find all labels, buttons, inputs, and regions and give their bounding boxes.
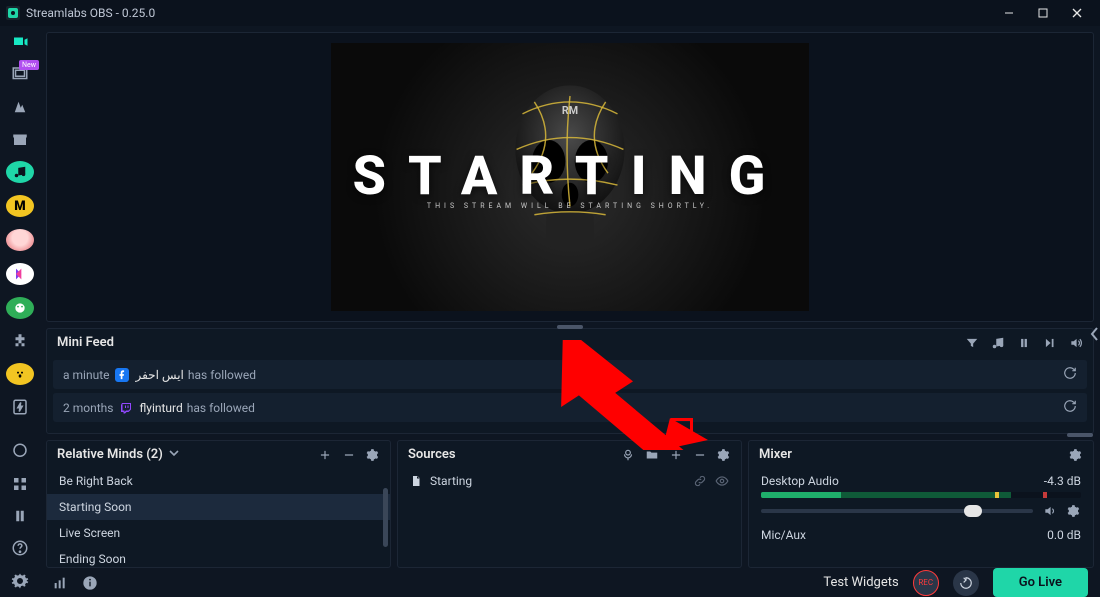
sidebar-appstore-icon[interactable]: [7, 129, 33, 149]
sidebar-avatar-5[interactable]: [6, 297, 34, 319]
mixer-channel-settings-icon[interactable]: [1067, 504, 1081, 518]
test-widgets-button[interactable]: Test Widgets: [823, 575, 898, 590]
sidebar-avatar-2[interactable]: M: [6, 195, 34, 217]
footer-bar: Test Widgets REC Go Live: [40, 568, 1100, 597]
minifeed-skip-icon[interactable]: [1043, 336, 1057, 350]
minifeed-repeat-icon[interactable]: [1063, 399, 1077, 416]
sidebar-puzzle-icon[interactable]: [7, 331, 33, 351]
scenes-settings-icon[interactable]: [366, 448, 380, 462]
minifeed-volume-icon[interactable]: [1069, 336, 1083, 350]
replay-buffer-button[interactable]: [953, 570, 979, 596]
app-icon: [6, 6, 20, 20]
main-content: RM STARTING THIS STREAM WILL BE STARTING…: [40, 26, 1100, 591]
source-file-icon: [410, 475, 422, 487]
source-visibility-icon[interactable]: [715, 474, 729, 488]
mixer-meter: [761, 492, 1081, 498]
scenes-add-icon[interactable]: [318, 448, 332, 462]
sources-settings-icon[interactable]: [717, 448, 731, 462]
scene-item[interactable]: Starting Soon: [47, 494, 390, 520]
facebook-icon: [115, 368, 129, 382]
sources-title: Sources: [408, 447, 456, 462]
scenes-panel: Relative Minds (2) Be Right BackStarting…: [46, 440, 391, 568]
record-button[interactable]: REC: [913, 570, 939, 596]
sidebar-chat-icon[interactable]: [7, 441, 33, 461]
scenes-remove-icon[interactable]: [342, 448, 356, 462]
source-link-icon[interactable]: [693, 474, 707, 488]
scene-item[interactable]: Be Right Back: [47, 468, 390, 494]
mixer-channel-name: Mic/Aux: [761, 528, 1047, 542]
mixer-settings-icon[interactable]: [1069, 448, 1083, 462]
sources-panel: Sources Starting: [397, 440, 742, 568]
minifeed-action: has followed: [188, 368, 256, 382]
footer-stats-icon[interactable]: [52, 575, 68, 591]
sidebar-help-icon[interactable]: [7, 538, 33, 558]
sidebar-layouts-icon[interactable]: New: [7, 64, 33, 84]
scene-item[interactable]: Ending Soon: [47, 546, 390, 567]
sidebar-avatar-6[interactable]: [6, 363, 34, 385]
sidebar-avatar-1[interactable]: [6, 161, 34, 183]
minifeed-pause-icon[interactable]: [1017, 336, 1031, 350]
new-badge: New: [19, 60, 39, 70]
window-title: Streamlabs OBS - 0.25.0: [26, 6, 155, 20]
left-sidebar: New M: [0, 26, 40, 591]
scenes-title: Relative Minds (2): [57, 447, 163, 462]
preview-panel[interactable]: RM STARTING THIS STREAM WILL BE STARTING…: [46, 32, 1094, 322]
minimize-button[interactable]: [992, 0, 1026, 26]
source-item[interactable]: Starting: [398, 468, 741, 494]
twitch-icon: [119, 401, 133, 415]
go-live-button[interactable]: Go Live: [993, 568, 1088, 597]
minifeed-title: Mini Feed: [57, 335, 114, 350]
minifeed-name: flyinturd: [139, 401, 182, 415]
minifeed-filter-icon[interactable]: [965, 336, 979, 350]
footer-info-icon[interactable]: [82, 575, 98, 591]
preview-headline: STARTING: [353, 145, 788, 208]
minifeed-age: a minute: [63, 368, 109, 382]
sidebar-settings-icon[interactable]: [7, 571, 33, 591]
source-name: Starting: [430, 474, 472, 488]
annotation-highlight-box: [671, 418, 693, 440]
sidebar-pause-icon[interactable]: [7, 506, 33, 526]
minifeed-name: ایس احفر: [135, 368, 183, 382]
minifeed-resize-handle[interactable]: [1067, 433, 1093, 437]
title-bar: Streamlabs OBS - 0.25.0: [0, 0, 1100, 26]
sidebar-bolt-icon[interactable]: [7, 397, 33, 417]
minifeed-action: has followed: [187, 401, 255, 415]
mixer-panel: Mixer Desktop Audio -4.3 dB: [748, 440, 1094, 568]
minifeed-music-icon[interactable]: [991, 336, 1005, 350]
mixer-channel-db: -4.3 dB: [1044, 474, 1081, 488]
scenes-scrollbar[interactable]: [383, 488, 388, 547]
preview-resize-handle[interactable]: [557, 325, 583, 329]
collapse-right-icon[interactable]: [1090, 326, 1100, 346]
close-button[interactable]: [1060, 0, 1094, 26]
mixer-volume-slider[interactable]: [761, 509, 1033, 513]
sidebar-grid-icon[interactable]: [7, 474, 33, 494]
scene-preview: RM STARTING THIS STREAM WILL BE STARTING…: [331, 43, 809, 311]
sidebar-themes-icon[interactable]: [7, 97, 33, 117]
mixer-mute-icon[interactable]: [1043, 504, 1057, 518]
sidebar-avatar-4[interactable]: [6, 263, 34, 285]
maximize-button[interactable]: [1026, 0, 1060, 26]
mixer-title: Mixer: [759, 447, 792, 462]
svg-text:RM: RM: [562, 104, 578, 117]
mixer-channel-db: 0.0 dB: [1047, 528, 1081, 542]
minifeed-repeat-icon[interactable]: [1063, 366, 1077, 383]
scenes-dropdown-icon[interactable]: [169, 447, 179, 462]
scene-item[interactable]: Live Screen: [47, 520, 390, 546]
sidebar-avatar-3[interactable]: [6, 229, 34, 251]
mixer-channel-name: Desktop Audio: [761, 474, 1044, 488]
minifeed-age: 2 months: [63, 401, 113, 415]
sidebar-editor-icon[interactable]: [7, 32, 33, 52]
